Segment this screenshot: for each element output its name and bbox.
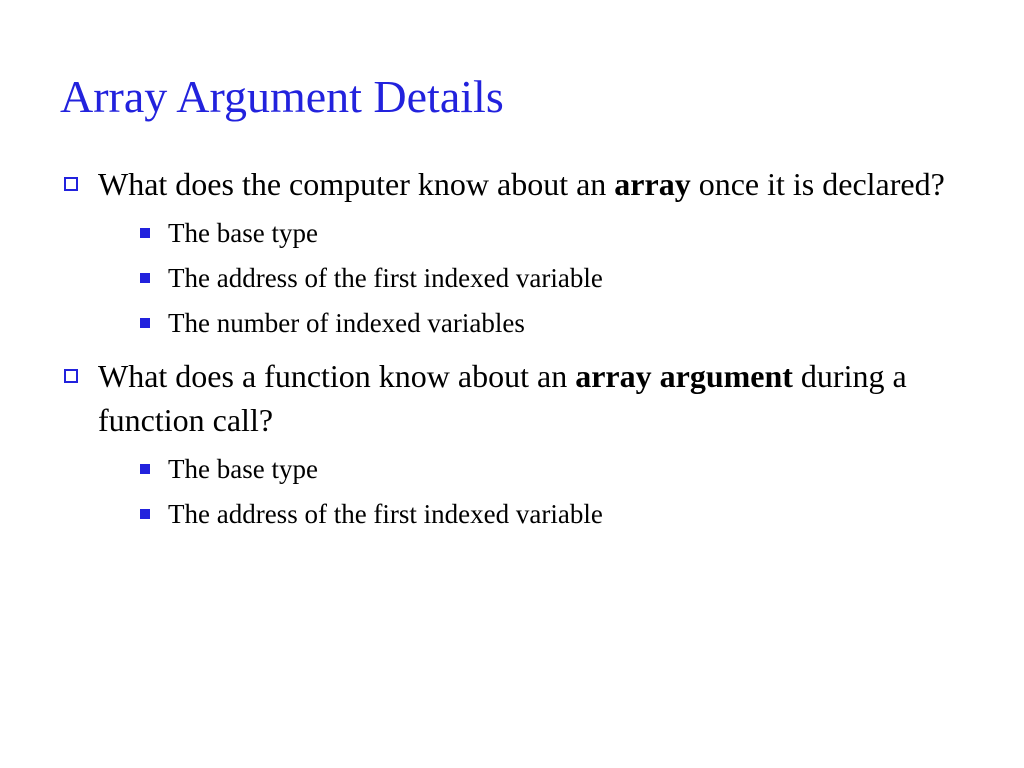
text: What does the computer know about an (98, 166, 614, 202)
text: once it is declared? (691, 166, 945, 202)
list-item: The base type (138, 452, 964, 487)
list-item: The number of indexed variables (138, 306, 964, 341)
bold-text: array argument (575, 358, 793, 394)
bullet-list: What does the computer know about an arr… (60, 163, 964, 532)
list-item: What does the computer know about an arr… (60, 163, 964, 341)
list-item: The address of the first indexed variabl… (138, 497, 964, 532)
slide-title: Array Argument Details (60, 70, 964, 123)
list-item: The address of the first indexed variabl… (138, 261, 964, 296)
bold-text: array (614, 166, 690, 202)
slide: Array Argument Details What does the com… (0, 0, 1024, 586)
text: What does a function know about an (98, 358, 575, 394)
sub-list: The base type The address of the first i… (138, 452, 964, 532)
sub-list: The base type The address of the first i… (138, 216, 964, 341)
list-item: What does a function know about an array… (60, 355, 964, 532)
list-item: The base type (138, 216, 964, 251)
